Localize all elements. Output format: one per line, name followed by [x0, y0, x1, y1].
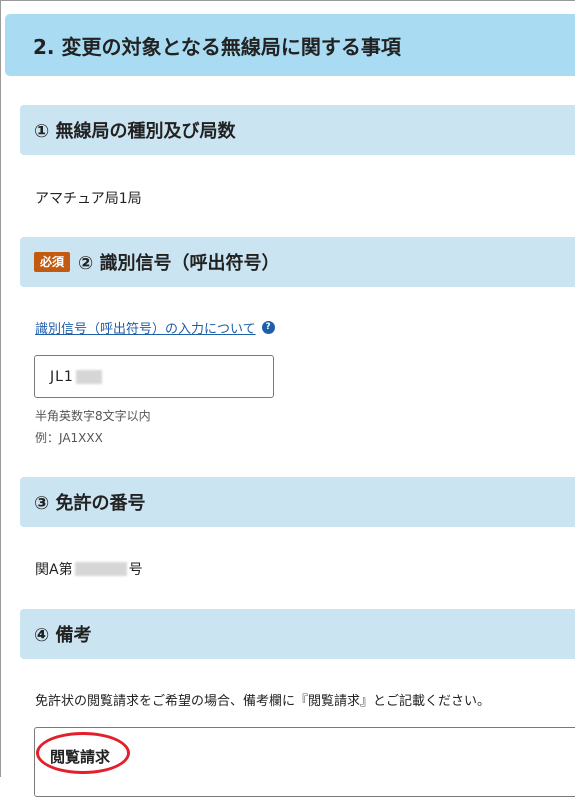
section-header-call-sign: 必須 ② 識別信号（呼出符号）: [20, 237, 575, 287]
license-number-prefix: 関A第: [35, 562, 73, 578]
section-header-remarks: ④ 備考: [20, 609, 575, 659]
remarks-note: 免許状の閲覧請求をご希望の場合、備考欄に『閲覧請求』とご記載ください。: [35, 694, 491, 709]
call-sign-example: 例：JA1XXX: [35, 431, 103, 445]
redacted-mask: [74, 562, 127, 576]
highlight-circle: [36, 732, 130, 774]
question-icon[interactable]: ?: [261, 321, 275, 334]
redacted-mask: [75, 369, 102, 384]
call-sign-input[interactable]: JL1: [34, 355, 274, 398]
section-title: ③ 免許の番号: [34, 493, 146, 514]
section-title: ① 無線局の種別及び局数: [34, 121, 236, 142]
section-title: ④ 備考: [34, 625, 92, 646]
section-title: ② 識別信号（呼出符号）: [78, 253, 280, 274]
main-section-title: 2. 変更の対象となる無線局に関する事項: [33, 34, 401, 59]
call-sign-help-link[interactable]: 識別信号（呼出符号）の入力について ?: [35, 318, 275, 337]
call-sign-hint: 半角英数字8文字以内: [35, 409, 151, 423]
section-header-license-number: ③ 免許の番号: [20, 477, 575, 527]
call-sign-input-value: JL1: [50, 368, 74, 385]
required-badge: 必須: [34, 252, 71, 272]
station-type-value: アマチュア局1局: [35, 191, 142, 207]
license-number-value: 関A第 号: [35, 559, 143, 579]
main-section-header: 2. 変更の対象となる無線局に関する事項: [5, 14, 575, 76]
license-number-suffix: 号: [128, 562, 143, 578]
help-link-label: 識別信号（呼出符号）の入力について: [35, 322, 256, 337]
section-header-station-type: ① 無線局の種別及び局数: [20, 105, 575, 155]
